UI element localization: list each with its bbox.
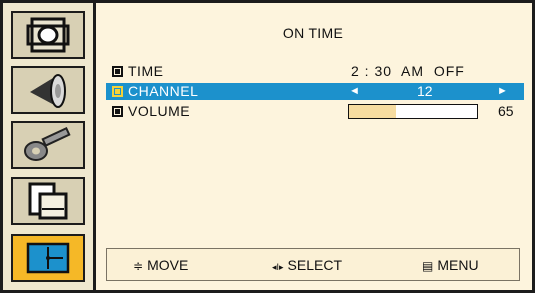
menu-row-volume[interactable]: VOLUME 65 (106, 103, 524, 120)
menu-title: ON TIME (282, 25, 344, 41)
osd-menu-window: ON TIME TIME 2 : 30 AM OFF CHANNEL ◄ 12 … (0, 0, 535, 293)
on-time-panel: ON TIME TIME 2 : 30 AM OFF CHANNEL ◄ 12 … (98, 9, 528, 287)
osd-sidebar (3, 3, 96, 290)
volume-value: 65 (498, 103, 514, 119)
help-select: ◂I▸ SELECT (272, 257, 342, 273)
sidebar-item-lock[interactable] (11, 121, 85, 169)
menu-icon: ▤ (422, 259, 434, 273)
help-move-label: MOVE (147, 257, 189, 273)
channel-label: CHANNEL (128, 83, 199, 99)
help-move: ≑ MOVE (133, 257, 188, 273)
help-select-label: SELECT (287, 257, 343, 273)
help-menu-label: MENU (437, 257, 479, 273)
item-bullet-icon (112, 66, 123, 77)
volume-slider[interactable] (348, 104, 478, 119)
speaker-icon (30, 74, 66, 108)
help-menu: ▤ MENU (422, 257, 479, 273)
channel-value: 12 (417, 83, 433, 99)
move-icon: ≑ (133, 259, 144, 273)
sidebar-item-window[interactable] (11, 177, 85, 225)
window-icon (28, 182, 68, 220)
time-value: 2 : 30 AM OFF (351, 63, 465, 79)
item-bullet-icon (112, 106, 123, 117)
sidebar-item-setup[interactable] (11, 234, 85, 282)
setup-icon (26, 242, 70, 274)
menu-row-channel[interactable]: CHANNEL ◄ 12 ► (106, 83, 524, 100)
menu-row-time[interactable]: TIME 2 : 30 AM OFF (106, 63, 524, 80)
help-bar: ≑ MOVE ◂I▸ SELECT ▤ MENU (106, 248, 520, 281)
volume-label: VOLUME (128, 103, 191, 119)
key-icon (24, 126, 71, 161)
item-bullet-icon (112, 86, 123, 97)
sidebar-item-picture[interactable] (11, 11, 85, 59)
sidebar-item-sound[interactable] (11, 66, 85, 114)
arrow-right-icon[interactable]: ► (497, 83, 508, 100)
arrow-left-icon[interactable]: ◄ (349, 83, 360, 100)
select-icon: ◂I▸ (272, 262, 284, 272)
volume-level-fill (349, 105, 397, 118)
picture-icon (26, 17, 70, 53)
time-label: TIME (128, 63, 164, 79)
